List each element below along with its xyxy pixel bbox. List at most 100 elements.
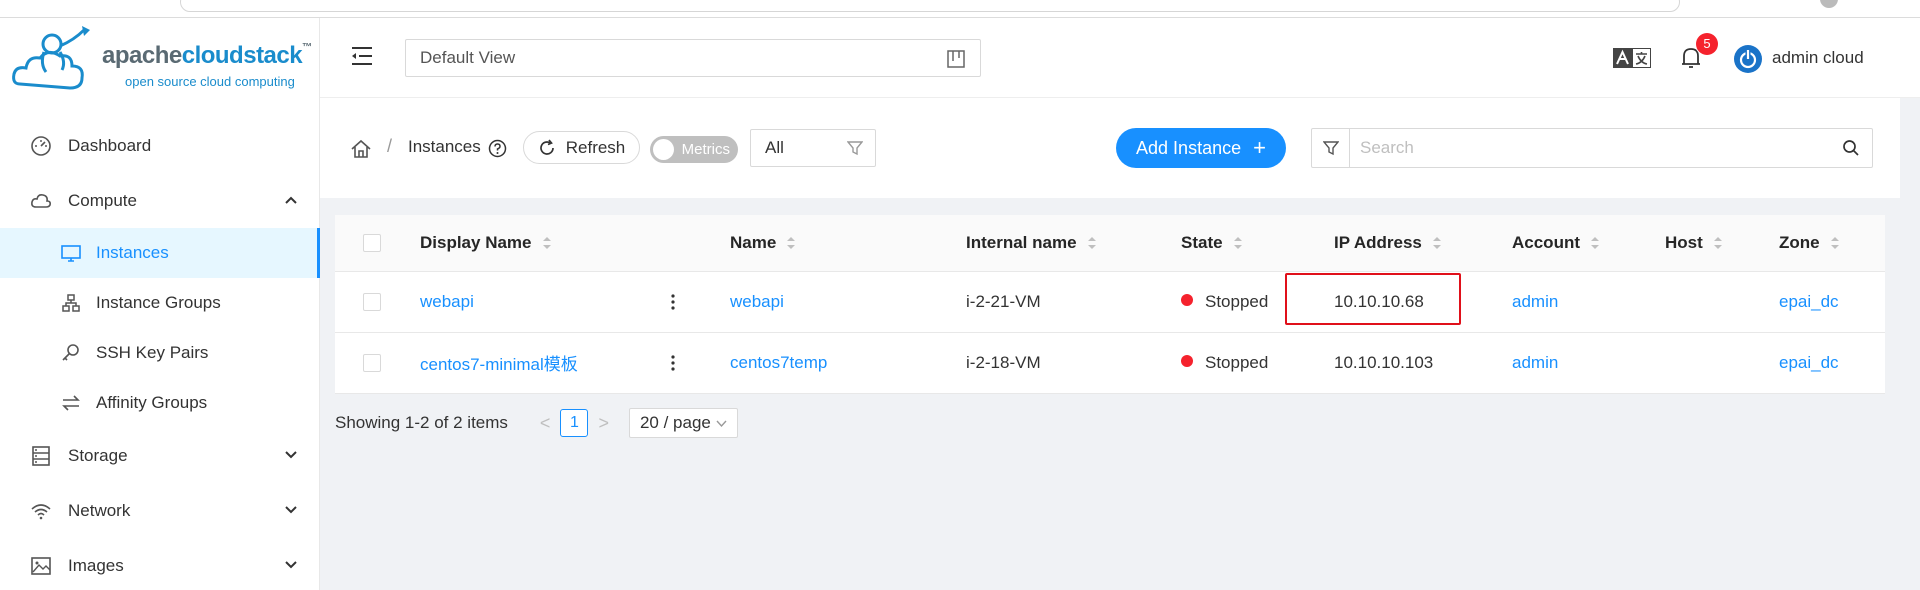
- instance-ip-address: 10.10.10.103: [1334, 352, 1434, 372]
- instance-state: Stopped: [1205, 352, 1269, 372]
- sort-icon: [1713, 237, 1722, 250]
- column-header-internal-name[interactable]: Internal name: [966, 215, 1181, 272]
- pagination: Showing 1-2 of 2 items < 1 > 20 / page: [335, 408, 738, 438]
- column-header-display-name[interactable]: Display Name: [420, 215, 730, 272]
- refresh-button[interactable]: Refresh: [523, 131, 640, 164]
- add-instance-label: Add Instance: [1136, 137, 1242, 158]
- stopped-status-dot: [1181, 294, 1193, 307]
- chevron-down-icon: [285, 451, 297, 459]
- browser-url-bar[interactable]: [180, 0, 1680, 12]
- instance-ip-address: 10.10.10.68: [1334, 291, 1424, 311]
- layout-icon: [947, 50, 965, 68]
- home-icon[interactable]: [350, 138, 372, 160]
- page-size-select[interactable]: 20 / page: [628, 408, 738, 438]
- instance-zone-link[interactable]: epai_dc: [1779, 353, 1839, 372]
- pagination-total: Showing 1-2 of 2 items: [335, 413, 508, 432]
- sidebar-item-ssh-key-pairs[interactable]: SSH Key Pairs: [0, 328, 320, 378]
- column-header-host[interactable]: Host: [1665, 215, 1779, 272]
- column-header-name[interactable]: Name: [730, 215, 966, 272]
- more-actions-icon[interactable]: [670, 293, 676, 311]
- sidebar-item-label: Storage: [68, 445, 128, 465]
- instance-internal-name: i-2-21-VM: [966, 291, 1041, 311]
- translate-icon[interactable]: [1613, 48, 1651, 68]
- add-instance-button[interactable]: Add Instance +: [1116, 128, 1286, 168]
- instance-name-link[interactable]: centos7temp: [730, 353, 827, 372]
- select-all-checkbox[interactable]: [363, 234, 381, 253]
- sidebar-item-compute[interactable]: Compute: [0, 173, 320, 228]
- refresh-button-label: Refresh: [565, 137, 626, 157]
- instance-account-link[interactable]: admin: [1512, 353, 1558, 372]
- search-icon[interactable]: [1842, 139, 1860, 157]
- sort-icon: [1233, 237, 1242, 250]
- sidebar-item-label: Compute: [68, 190, 137, 210]
- search-filter-button[interactable]: [1312, 129, 1350, 167]
- sidebar-item-network[interactable]: Network: [0, 483, 320, 538]
- sidebar-item-label: SSH Key Pairs: [96, 343, 209, 362]
- instance-display-name-link[interactable]: webapi: [420, 292, 474, 311]
- instance-name-link[interactable]: webapi: [730, 292, 784, 311]
- sidebar-item-label: Network: [68, 500, 131, 520]
- sort-icon: [1432, 237, 1441, 250]
- key-icon: [60, 342, 82, 364]
- desktop-icon: [60, 242, 82, 264]
- logo[interactable]: apachecloudstack™ open source cloud comp…: [10, 24, 312, 104]
- sidebar-item-label: Dashboard: [68, 135, 152, 155]
- chevron-down-icon: [285, 506, 297, 514]
- sidebar-item-instance-groups[interactable]: Instance Groups: [0, 278, 320, 328]
- table-header-row: Display Name Name Internal name State IP…: [335, 215, 1885, 272]
- chevron-down-icon: [285, 561, 297, 569]
- search-input[interactable]: [1360, 129, 1830, 167]
- previous-page-button[interactable]: <: [540, 413, 551, 434]
- more-actions-icon[interactable]: [670, 354, 676, 372]
- menu-fold-icon[interactable]: [350, 46, 374, 66]
- cloudstack-monkey-logo-icon: [12, 26, 90, 90]
- metrics-toggle[interactable]: Metrics: [650, 136, 738, 163]
- page-1-button[interactable]: 1: [560, 409, 589, 437]
- plus-icon: +: [1253, 135, 1266, 160]
- user-name[interactable]: admin cloud: [1772, 48, 1864, 68]
- reload-icon: [539, 138, 554, 155]
- filter-icon: [847, 141, 863, 156]
- row-checkbox[interactable]: [363, 354, 381, 373]
- column-header-account[interactable]: Account: [1512, 215, 1665, 272]
- sidebar-item-affinity-groups[interactable]: Affinity Groups: [0, 378, 320, 428]
- sort-icon: [787, 237, 796, 250]
- dashboard-icon: [30, 135, 52, 157]
- breadcrumb-separator: /: [387, 136, 393, 156]
- next-page-button[interactable]: >: [598, 413, 609, 434]
- chevron-down-icon: [716, 420, 727, 428]
- instance-display-name-link[interactable]: centos7-minimal模板: [420, 355, 578, 374]
- view-selector-value: Default View: [420, 48, 516, 67]
- instance-account-link[interactable]: admin: [1512, 292, 1558, 311]
- sidebar: apachecloudstack™ open source cloud comp…: [0, 18, 320, 590]
- view-selector[interactable]: Default View: [405, 39, 981, 77]
- sidebar-item-storage[interactable]: Storage: [0, 428, 320, 483]
- database-icon: [30, 445, 52, 467]
- row-checkbox[interactable]: [363, 293, 381, 312]
- picture-icon: [30, 555, 52, 577]
- sidebar-item-dashboard[interactable]: Dashboard: [0, 118, 320, 173]
- filter-select-value: All: [765, 138, 784, 157]
- metrics-toggle-label: Metrics: [681, 141, 730, 158]
- brand-tagline: open source cloud computing: [125, 74, 295, 89]
- column-header-state[interactable]: State: [1181, 215, 1334, 272]
- user-power-icon[interactable]: [1733, 44, 1763, 74]
- instance-zone-link[interactable]: epai_dc: [1779, 292, 1839, 311]
- browser-profile-icon[interactable]: [1820, 0, 1838, 8]
- breadcrumb-current: Instances: [408, 137, 481, 156]
- browser-address-strip: [0, 0, 1920, 18]
- column-header-zone[interactable]: Zone: [1779, 215, 1885, 272]
- column-header-ip-address[interactable]: IP Address: [1334, 215, 1512, 272]
- sidebar-item-instances[interactable]: Instances: [0, 228, 320, 278]
- filter-icon: [1322, 141, 1339, 156]
- chevron-up-icon: [285, 196, 297, 204]
- sidebar-item-label: Images: [68, 555, 124, 575]
- filter-select[interactable]: All: [750, 129, 876, 167]
- cluster-icon: [60, 292, 82, 314]
- sidebar-item-images[interactable]: Images: [0, 538, 320, 590]
- sidebar-item-label: Instances: [96, 243, 169, 262]
- sidebar-item-label: Instance Groups: [96, 293, 221, 312]
- question-circle-icon[interactable]: [488, 139, 507, 158]
- instance-state: Stopped: [1205, 291, 1269, 311]
- notification-count-badge: 5: [1696, 33, 1718, 55]
